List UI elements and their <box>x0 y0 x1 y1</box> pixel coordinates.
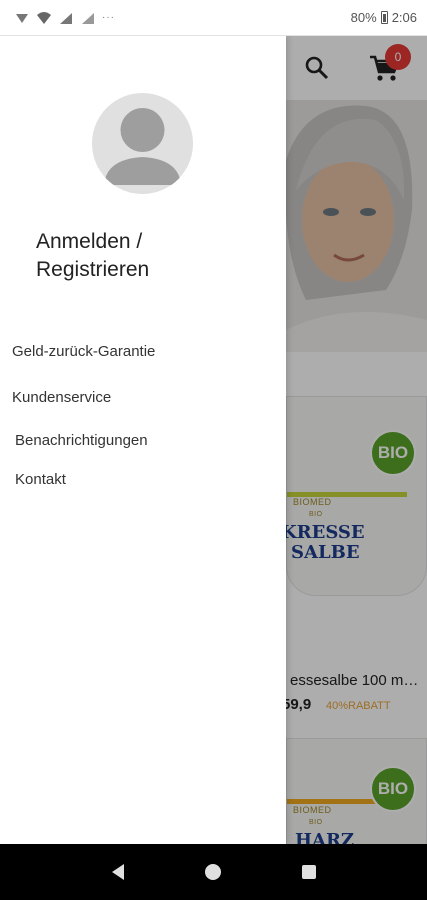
menu-item-contact[interactable]: Kontakt <box>15 471 66 488</box>
navigation-drawer: Anmelden / Registrieren Geld-zurück-Gara… <box>0 36 286 844</box>
clock: 2:06 <box>391 10 417 25</box>
battery-icon <box>380 11 388 24</box>
menu-item-notifications[interactable]: Benachrichtigungen <box>15 432 148 449</box>
back-icon <box>111 864 124 880</box>
signal-icon <box>60 12 72 24</box>
more-status-icons: ··· <box>102 12 115 23</box>
notification-icon <box>16 13 28 23</box>
status-left: ··· <box>14 11 115 25</box>
login-label: Anmelden / <box>36 230 143 253</box>
avatar[interactable] <box>92 93 193 194</box>
home-icon <box>205 864 222 880</box>
signal-icon-2 <box>82 12 94 24</box>
register-label: Registrieren <box>36 258 150 281</box>
home-button[interactable] <box>198 857 228 887</box>
recents-button[interactable] <box>294 857 324 887</box>
login-register-link[interactable]: Anmelden / Registrieren <box>36 228 236 284</box>
system-navigation-bar <box>0 844 427 900</box>
recents-icon <box>302 865 317 879</box>
battery-percent: 80% <box>350 10 377 25</box>
menu-item-customer-service[interactable]: Kundenservice <box>12 389 111 406</box>
menu-item-money-back-guarantee[interactable]: Geld-zurück-Garantie <box>12 343 155 360</box>
back-button[interactable] <box>103 857 133 887</box>
user-icon <box>104 108 181 185</box>
wifi-icon <box>37 11 51 24</box>
status-right: 80% 2:06 <box>351 10 417 25</box>
status-bar: ··· 80% 2:06 <box>0 0 427 36</box>
